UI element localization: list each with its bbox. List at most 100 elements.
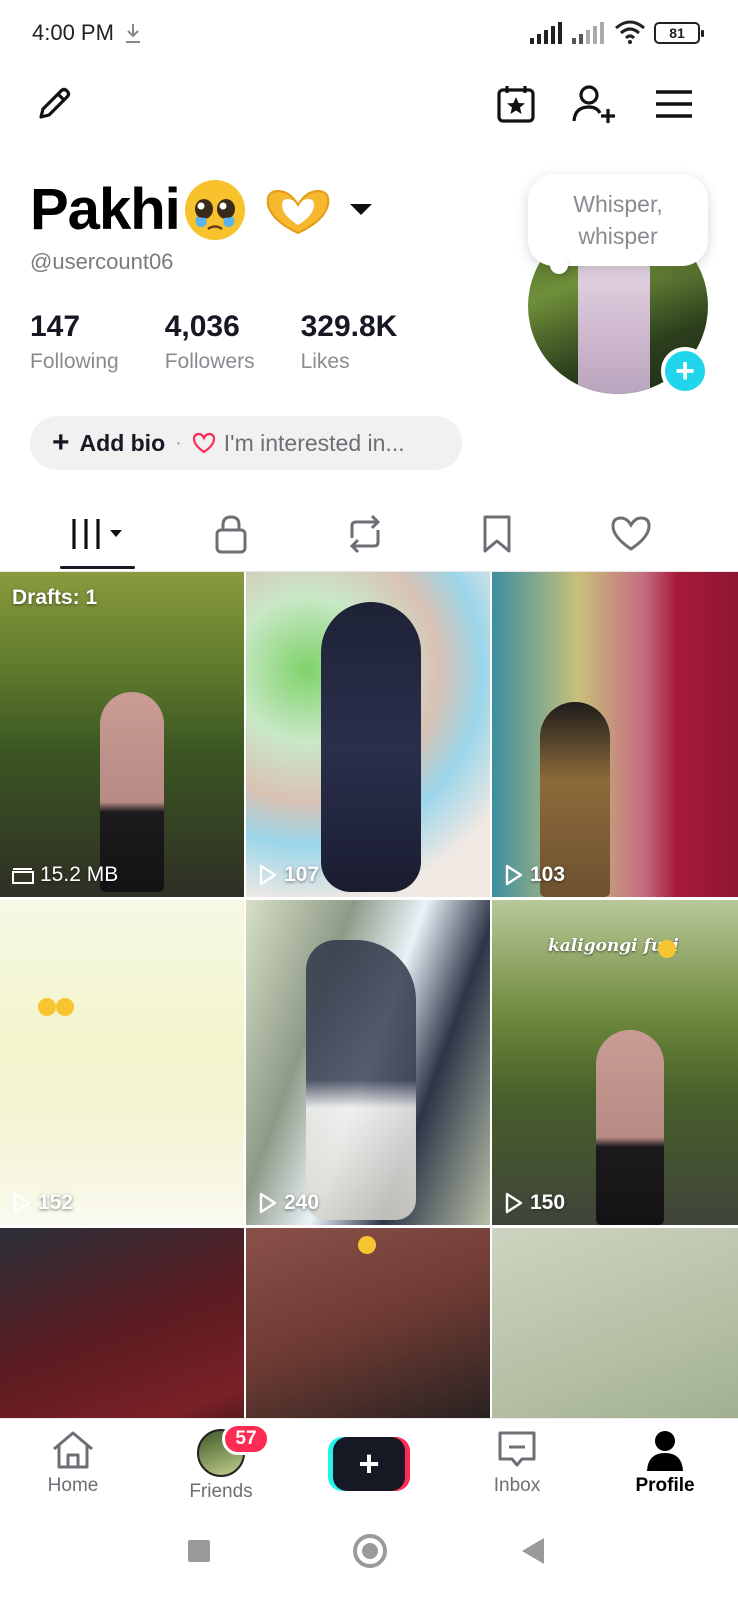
tab-reposts[interactable] (328, 510, 402, 558)
tab-videos[interactable] (60, 510, 134, 558)
stat-likes[interactable]: 329.8K Likes (301, 310, 398, 374)
video-thumbnail[interactable]: 152 (0, 900, 244, 1225)
nav-profile[interactable]: Profile (610, 1429, 720, 1505)
lock-icon (215, 515, 247, 554)
profile-tabs (0, 504, 738, 572)
play-icon (505, 1192, 523, 1214)
profile-stats: 147 Following 4,036 Followers 329.8K Lik… (30, 310, 443, 374)
pleading-face-emoji (184, 179, 245, 240)
liked-heart-icon (611, 516, 651, 551)
play-icon (259, 1192, 277, 1214)
view-count-value: 152 (38, 1191, 74, 1214)
add-friend-icon[interactable] (570, 80, 618, 128)
avatar-note-bubble[interactable]: Whisper, whisper (528, 174, 708, 274)
video-thumbnail[interactable]: 240 (246, 900, 490, 1225)
nav-home[interactable]: Home (18, 1429, 128, 1505)
display-name: Pakhi (30, 177, 181, 242)
tab-favorites[interactable] (460, 510, 534, 558)
stat-value: 4,036 (164, 310, 240, 343)
stat-followers[interactable]: 4,036 Followers (165, 310, 255, 374)
play-icon (505, 864, 523, 886)
view-count: 152 (12, 1191, 73, 1215)
repost-icon (349, 514, 381, 554)
heart-hands-emoji (266, 189, 330, 234)
signal-icon (530, 22, 562, 44)
view-count-value: 240 (284, 1191, 320, 1214)
thumbnail-figure (596, 1030, 664, 1225)
video-grid: Drafts: 1 15.2 MB 107 103 152 240 kaligo… (0, 572, 738, 1418)
nav-label: Inbox (493, 1475, 541, 1496)
menu-icon[interactable] (650, 80, 698, 128)
thumbnail-figure (306, 940, 416, 1220)
top-nav (0, 66, 738, 142)
home-icon (53, 1431, 93, 1469)
friends-badge: 57 (222, 1423, 270, 1455)
stat-following[interactable]: 147 Following (30, 310, 119, 374)
wifi-icon (615, 20, 645, 44)
nav-label: Profile (635, 1475, 695, 1496)
video-thumbnail[interactable] (492, 1228, 738, 1418)
display-name-row[interactable]: Pakhi (30, 176, 372, 243)
video-thumbnail[interactable]: 103 (492, 572, 738, 897)
video-thumbnail[interactable]: kaligongi furi 150 (492, 900, 738, 1225)
view-count-value: 107 (284, 863, 320, 886)
tab-liked[interactable] (594, 510, 668, 558)
stat-label: Following (30, 350, 119, 373)
chevron-down-icon[interactable] (349, 204, 372, 215)
home-circle-icon[interactable] (353, 1534, 387, 1568)
nav-inbox[interactable]: Inbox (462, 1429, 572, 1505)
videos-grid-icon (72, 519, 122, 549)
video-thumbnail[interactable]: 107 (246, 572, 490, 897)
drafts-label: Drafts: 1 (12, 586, 98, 609)
username: @usercount06 (30, 249, 174, 274)
add-story-plus-icon[interactable]: + (661, 347, 709, 395)
stat-value: 329.8K (300, 310, 398, 343)
edit-pencil-icon[interactable] (30, 80, 78, 128)
draft-video-thumbnail[interactable]: Drafts: 1 15.2 MB (0, 572, 244, 897)
draft-size-label: 15.2 MB (40, 863, 119, 886)
heart-outline-icon (192, 432, 215, 454)
back-icon[interactable] (522, 1538, 544, 1564)
view-count-value: 103 (530, 863, 566, 886)
video-thumbnail[interactable] (246, 1228, 490, 1418)
video-thumbnail[interactable] (0, 1228, 244, 1418)
add-bio-label: Add bio (79, 429, 166, 456)
download-icon (126, 24, 140, 43)
view-count: 240 (258, 1191, 319, 1215)
thumbnail-figure (321, 602, 421, 892)
draft-size: 15.2 MB (12, 863, 118, 887)
nav-label: Home (47, 1475, 99, 1496)
create-button[interactable]: + (328, 1437, 410, 1491)
separator-dot: · (175, 431, 182, 454)
tab-private[interactable] (194, 510, 268, 558)
stat-value: 147 (30, 310, 81, 343)
play-icon (13, 1192, 31, 1214)
bookmark-icon (483, 515, 511, 553)
inbox-icon (498, 1431, 536, 1467)
play-icon (259, 864, 277, 886)
stat-label: Followers (164, 350, 255, 373)
stat-label: Likes (300, 350, 350, 373)
thumbnail-figure (100, 692, 164, 892)
battery-icon: 81 (654, 22, 704, 44)
thinking-emoji (56, 998, 74, 1016)
interests-label: I'm interested in... (223, 429, 405, 456)
view-count: 150 (504, 1191, 565, 1215)
nav-label: Friends (189, 1481, 253, 1502)
create-plus-icon: + (333, 1437, 405, 1491)
profile-icon (647, 1431, 683, 1471)
bottom-nav: Home Friends 57 + Inbox Profile (0, 1418, 738, 1510)
plus-icon: + (52, 426, 70, 459)
calendar-star-icon[interactable] (492, 80, 540, 128)
folder-icon (12, 868, 34, 884)
hugging-emoji (358, 1236, 376, 1254)
view-count: 107 (258, 863, 319, 887)
view-count: 103 (504, 863, 565, 887)
thinking-emoji (38, 998, 56, 1016)
status-bar: 4:00 PM 81 (0, 0, 738, 66)
system-nav-bar (0, 1510, 738, 1599)
recents-icon[interactable] (188, 1540, 210, 1562)
active-tab-indicator (60, 566, 135, 569)
add-bio-button[interactable]: + Add bio · I'm interested in... (30, 416, 462, 470)
view-count-value: 150 (530, 1191, 566, 1214)
